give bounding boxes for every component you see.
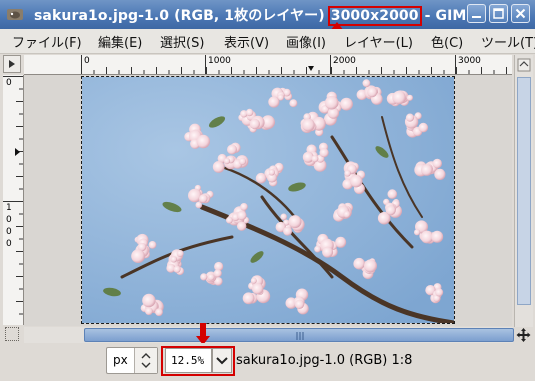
horizontal-ruler[interactable]: 0 1000 2000 3000 — [24, 55, 512, 75]
vruler-label-0: 0 — [6, 78, 12, 88]
up-down-arrows-icon — [141, 353, 151, 368]
menu-bar: ファイル(F) 編集(E) 選択(S) 表示(V) 画像(I) レイヤー(L) … — [0, 29, 535, 54]
menu-file[interactable]: ファイル(F) — [12, 32, 82, 51]
minimize-icon — [472, 16, 481, 18]
gimp-app-icon[interactable] — [6, 6, 24, 22]
vruler-ticks — [3, 76, 23, 315]
vruler-digit-1: 1 — [6, 203, 12, 213]
unit-stepper[interactable] — [134, 348, 157, 373]
vertical-ruler[interactable]: 0 1 0 0 0 — [3, 75, 24, 325]
navigate-icon[interactable] — [515, 327, 532, 343]
annotation-arrow-down-icon — [196, 323, 210, 345]
title-bar[interactable]: sakura1o.jpg-1.0 (RGB, 1枚のレイヤー) 3000x200… — [0, 0, 535, 29]
zoom-input[interactable]: 12.5% — [165, 348, 212, 373]
vruler-digit-3: 0 — [6, 227, 12, 237]
zoom-toggle-icon[interactable] — [515, 57, 533, 75]
minimize-button[interactable] — [467, 4, 486, 23]
canvas-area[interactable] — [24, 75, 512, 326]
maximize-button[interactable] — [489, 4, 508, 23]
title-prefix: sakura1o.jpg-1.0 (RGB, 1枚のレイヤー) — [34, 8, 330, 24]
menu-color[interactable]: 色(C) — [431, 32, 463, 51]
menu-edit[interactable]: 編集(E) — [98, 32, 142, 51]
quick-mask-toggle[interactable] — [5, 327, 19, 341]
vruler-digit-4: 0 — [6, 239, 12, 249]
window-controls — [467, 4, 530, 23]
menu-image[interactable]: 画像(I) — [286, 32, 326, 51]
image-info-label: sakura1o.jpg-1.0 (RGB) 1:8 — [236, 353, 413, 368]
unit-selector[interactable]: px — [106, 347, 158, 374]
horizontal-scrollbar[interactable] — [24, 327, 514, 343]
grip-icon — [296, 332, 304, 340]
cherry-blossom-image — [82, 77, 454, 323]
window-title: sakura1o.jpg-1.0 (RGB, 1枚のレイヤー) 3000x200… — [34, 5, 477, 26]
image-canvas[interactable] — [81, 76, 455, 324]
triangle-right-icon — [9, 60, 15, 68]
close-icon — [515, 8, 526, 19]
ruler-label-3000: 3000 — [458, 56, 481, 66]
menu-select[interactable]: 選択(S) — [160, 32, 204, 51]
horizontal-scroll-thumb[interactable] — [84, 328, 514, 342]
ruler-label-0: 0 — [84, 56, 90, 66]
status-bar: px 12.5% sakura1o.jpg-1.0 (RGB) 1:8 — [0, 343, 535, 381]
unit-value: px — [113, 353, 128, 367]
zoom-dropdown-button[interactable] — [212, 348, 232, 373]
menu-triangle-button[interactable] — [3, 55, 21, 73]
menu-layer[interactable]: レイヤー(L) — [344, 32, 413, 51]
vertical-scrollbar[interactable] — [514, 55, 533, 327]
vertical-scroll-thumb[interactable] — [517, 77, 531, 305]
menu-view[interactable]: 表示(V) — [224, 32, 269, 51]
ruler-label-2000: 2000 — [333, 56, 356, 66]
ruler-label-1000: 1000 — [208, 56, 231, 66]
maximize-icon — [493, 8, 504, 19]
chevron-down-icon — [216, 357, 228, 365]
ruler-ticks — [81, 55, 507, 74]
close-button[interactable] — [511, 4, 530, 23]
vruler-digit-2: 0 — [6, 215, 12, 225]
menu-tools[interactable]: ツール(T) — [481, 32, 535, 51]
